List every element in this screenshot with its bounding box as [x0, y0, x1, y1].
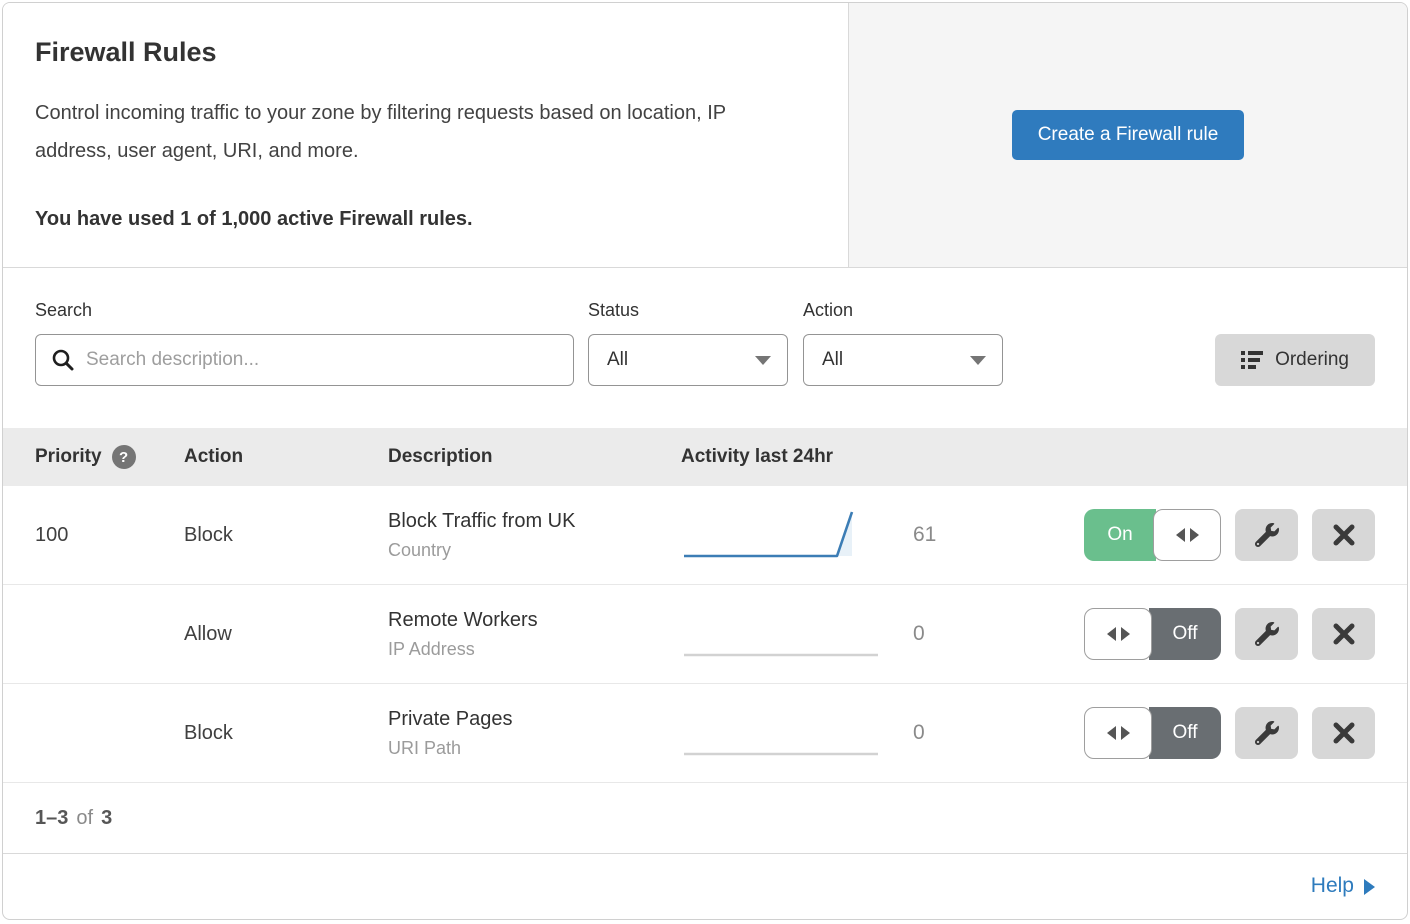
rule-action: Block: [184, 524, 388, 547]
rule-name: Block Traffic from UK: [388, 510, 681, 533]
search-input[interactable]: [35, 334, 574, 386]
status-filter-group: Status All: [588, 300, 788, 386]
status-label: Status: [588, 300, 788, 321]
activity-count: 61: [913, 523, 936, 547]
table-row: Block Private Pages URI Path 0 Off: [3, 684, 1407, 783]
rule-name: Private Pages: [388, 708, 681, 731]
toggle-state-label: Off: [1149, 608, 1221, 660]
status-select[interactable]: All: [588, 334, 788, 386]
column-header-priority: Priority ?: [3, 445, 184, 469]
action-select[interactable]: All: [803, 334, 1003, 386]
delete-rule-button[interactable]: [1312, 509, 1375, 561]
ordering-button-label: Ordering: [1275, 349, 1349, 371]
column-header-action: Action: [184, 446, 388, 468]
rule-priority: 100: [3, 524, 184, 547]
activity-sparkline: [681, 502, 881, 568]
rule-controls: Off: [1011, 707, 1407, 759]
toggle-knob[interactable]: [1153, 509, 1221, 561]
rule-enabled-toggle[interactable]: On: [1084, 509, 1221, 561]
action-label: Action: [803, 300, 1003, 321]
pagination-of-label: of: [76, 807, 93, 830]
delete-rule-button[interactable]: [1312, 707, 1375, 759]
header: Firewall Rules Control incoming traffic …: [3, 3, 1407, 268]
wrench-icon: [1255, 622, 1279, 646]
rule-description-cell: Remote Workers IP Address: [388, 609, 681, 660]
close-icon: [1333, 722, 1355, 744]
pagination-bar: 1–3 of 3: [3, 783, 1407, 854]
rule-controls: On: [1011, 509, 1407, 561]
chevron-down-icon: [755, 356, 771, 365]
arrow-right-icon: [1190, 528, 1199, 542]
search-field-wrap: [35, 334, 574, 386]
bottom-bar: Help: [3, 854, 1407, 918]
rule-name: Remote Workers: [388, 609, 681, 632]
toggle-state-label: Off: [1149, 707, 1221, 759]
rule-action: Allow: [184, 623, 388, 646]
edit-rule-button[interactable]: [1235, 707, 1298, 759]
arrow-left-icon: [1176, 528, 1185, 542]
table-row: Allow Remote Workers IP Address 0 Off: [3, 585, 1407, 684]
close-icon: [1333, 524, 1355, 546]
rule-controls: Off: [1011, 608, 1407, 660]
activity-sparkline: [681, 700, 881, 766]
header-text-block: Firewall Rules Control incoming traffic …: [3, 3, 848, 267]
close-icon: [1333, 623, 1355, 645]
search-icon: [51, 348, 75, 372]
rule-action: Block: [184, 722, 388, 745]
action-selected-value: All: [822, 349, 843, 371]
rule-enabled-toggle[interactable]: Off: [1084, 608, 1221, 660]
toggle-state-label: On: [1084, 509, 1156, 561]
rule-activity-cell: 0: [681, 700, 1011, 766]
toggle-knob[interactable]: [1084, 608, 1152, 660]
edit-rule-button[interactable]: [1235, 608, 1298, 660]
column-header-description: Description: [388, 446, 681, 468]
chevron-down-icon: [970, 356, 986, 365]
help-link-label: Help: [1311, 874, 1354, 898]
activity-count: 0: [913, 622, 925, 646]
pagination-total: 3: [101, 807, 112, 830]
rule-enabled-toggle[interactable]: Off: [1084, 707, 1221, 759]
pagination-range: 1–3: [35, 807, 68, 830]
toggle-knob[interactable]: [1084, 707, 1152, 759]
rule-type: Country: [388, 540, 681, 561]
list-ordering-icon: [1241, 350, 1263, 370]
arrow-left-icon: [1107, 726, 1116, 740]
rule-description-cell: Private Pages URI Path: [388, 708, 681, 759]
arrow-left-icon: [1107, 627, 1116, 641]
rule-description-cell: Block Traffic from UK Country: [388, 510, 681, 561]
arrow-right-icon: [1121, 726, 1130, 740]
table-row: 100 Block Block Traffic from UK Country …: [3, 486, 1407, 585]
status-selected-value: All: [607, 349, 628, 371]
rule-activity-cell: 0: [681, 601, 1011, 667]
activity-sparkline: [681, 601, 881, 667]
delete-rule-button[interactable]: [1312, 608, 1375, 660]
firewall-rules-panel: Firewall Rules Control incoming traffic …: [2, 2, 1408, 920]
ordering-button[interactable]: Ordering: [1215, 334, 1375, 386]
search-group: Search: [35, 300, 574, 386]
header-action-area: Create a Firewall rule: [848, 3, 1407, 267]
usage-note: You have used 1 of 1,000 active Firewall…: [35, 208, 808, 231]
filter-bar: Search Status All Action All: [3, 268, 1407, 428]
wrench-icon: [1255, 523, 1279, 547]
search-label: Search: [35, 300, 574, 321]
page-title: Firewall Rules: [35, 37, 808, 68]
priority-header-label: Priority: [35, 446, 102, 468]
table-header-row: Priority ? Action Description Activity l…: [3, 428, 1407, 486]
arrow-right-icon: [1121, 627, 1130, 641]
page-description: Control incoming traffic to your zone by…: [35, 94, 808, 170]
rule-activity-cell: 61: [681, 502, 1011, 568]
help-link[interactable]: Help: [1311, 874, 1375, 898]
create-firewall-rule-button[interactable]: Create a Firewall rule: [1012, 110, 1245, 160]
column-header-activity: Activity last 24hr: [681, 446, 1011, 468]
edit-rule-button[interactable]: [1235, 509, 1298, 561]
action-filter-group: Action All: [803, 300, 1003, 386]
activity-count: 0: [913, 721, 925, 745]
wrench-icon: [1255, 721, 1279, 745]
priority-help-icon[interactable]: ?: [112, 445, 136, 469]
rule-type: URI Path: [388, 738, 681, 759]
arrow-right-icon: [1364, 879, 1375, 895]
rule-type: IP Address: [388, 639, 681, 660]
